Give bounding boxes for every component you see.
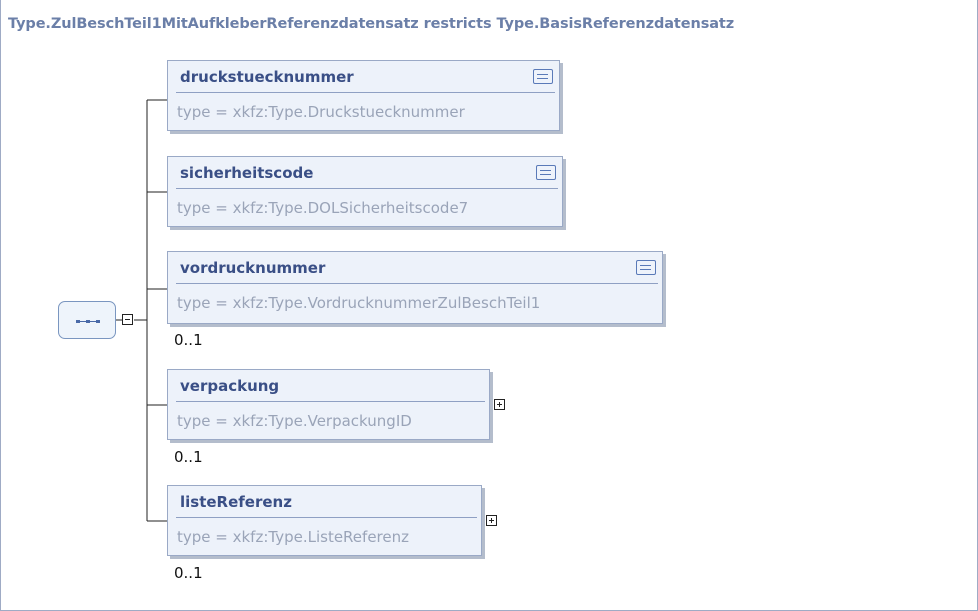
- element-type: type = xkfz:Type.Druckstuecknummer: [177, 103, 465, 121]
- element-type: type = xkfz:Type.ListeReferenz: [177, 528, 409, 546]
- element-type: type = xkfz:Type.VordrucknummerZulBeschT…: [177, 294, 541, 312]
- element-box-vordrucknummer[interactable]: vordrucknummer type = xkfz:Type.Vordruck…: [167, 251, 663, 324]
- element-separator: [176, 401, 485, 402]
- occurrence-label: 0..1: [174, 564, 203, 582]
- element-type: type = xkfz:Type.VerpackungID: [177, 412, 412, 430]
- element-name: verpackung: [180, 377, 280, 395]
- element-box-sicherheitscode[interactable]: sicherheitscode type = xkfz:Type.DOLSich…: [167, 156, 563, 227]
- element-name: listeReferenz: [180, 493, 292, 511]
- element-name: sicherheitscode: [180, 164, 314, 182]
- element-box-verpackung[interactable]: verpackung type = xkfz:Type.VerpackungID: [167, 369, 490, 440]
- element-separator: [176, 92, 555, 93]
- documentation-icon: [533, 69, 553, 84]
- element-separator: [176, 283, 658, 284]
- sequence-compositor[interactable]: [58, 301, 116, 339]
- element-name: vordrucknummer: [180, 259, 326, 277]
- element-box-listereferenz[interactable]: listeReferenz type = xkfz:Type.ListeRefe…: [167, 485, 482, 556]
- documentation-icon: [636, 260, 656, 275]
- element-separator: [176, 188, 558, 189]
- occurrence-label: 0..1: [174, 331, 203, 349]
- element-name: druckstuecknummer: [180, 68, 354, 86]
- plus-toggle-icon[interactable]: [486, 515, 497, 526]
- element-type: type = xkfz:Type.DOLSicherheitscode7: [177, 199, 469, 217]
- element-separator: [176, 517, 477, 518]
- sequence-icon: [76, 320, 100, 323]
- plus-toggle-icon[interactable]: [494, 399, 505, 410]
- occurrence-label: 0..1: [174, 448, 203, 466]
- element-box-druckstuecknummer[interactable]: druckstuecknummer type = xkfz:Type.Druck…: [167, 60, 560, 131]
- documentation-icon: [536, 165, 556, 180]
- minus-toggle-icon[interactable]: [122, 314, 133, 325]
